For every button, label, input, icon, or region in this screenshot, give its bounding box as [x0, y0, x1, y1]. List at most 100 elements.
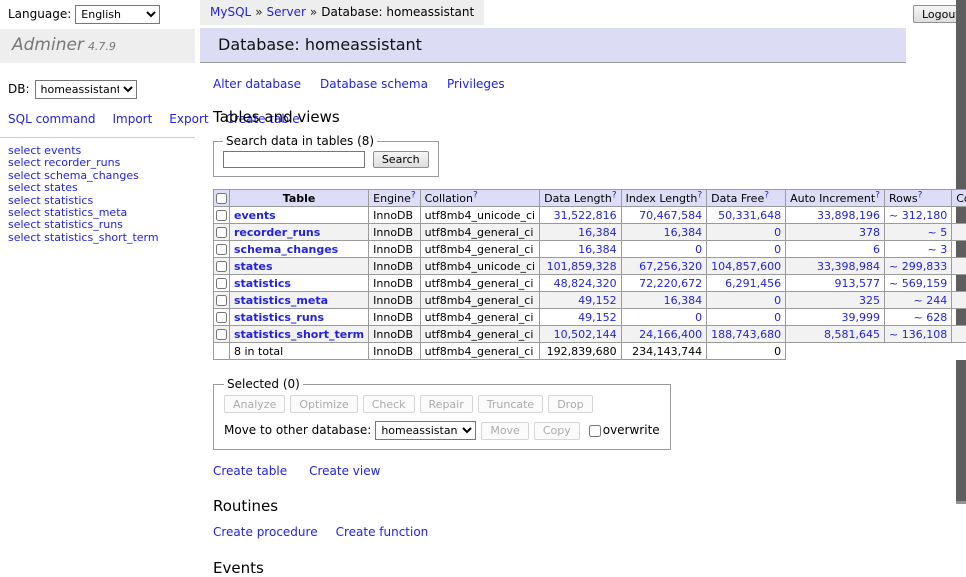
row-checkbox[interactable] — [216, 227, 227, 238]
alter-database-link[interactable]: Alter database — [213, 77, 301, 91]
sidebar-select-statistics-runs-link[interactable]: select statistics_runs — [8, 219, 195, 231]
move-to-label: Move to other database: — [224, 423, 371, 437]
move-database-select[interactable]: homeassistant — [375, 421, 476, 440]
table-name-link[interactable]: schema_changes — [234, 243, 338, 256]
index-length-link[interactable]: 0 — [695, 311, 702, 324]
table-name-link[interactable]: statistics_short_term — [234, 328, 364, 341]
data-length-link[interactable]: 31,522,816 — [554, 209, 617, 222]
row-checkbox[interactable] — [216, 210, 227, 221]
routines-heading: Routines — [213, 497, 906, 515]
rows-estimate-link[interactable]: ~ 3 — [927, 243, 947, 256]
rows-estimate-cell: ~ 299,833 — [885, 258, 952, 275]
row-checkbox[interactable] — [216, 244, 227, 255]
column-help-link[interactable]: ? — [875, 192, 880, 205]
total-data-length: 192,839,680 — [540, 343, 621, 360]
row-checkbox[interactable] — [216, 261, 227, 272]
collation-cell: utf8mb4_general_ci — [420, 309, 539, 326]
data-free-link[interactable]: 0 — [774, 311, 781, 324]
database-schema-link[interactable]: Database schema — [320, 77, 428, 91]
table-name-link[interactable]: recorder_runs — [234, 226, 320, 239]
rows-estimate-link[interactable]: ~ 312,180 — [889, 209, 947, 222]
row-checkbox[interactable] — [216, 329, 227, 340]
engine-cell: InnoDB — [369, 292, 420, 309]
data-length-link[interactable]: 16,384 — [578, 226, 617, 239]
privileges-link[interactable]: Privileges — [447, 77, 505, 91]
import-link[interactable]: Import — [112, 112, 152, 126]
data-free-link[interactable]: 50,331,648 — [718, 209, 781, 222]
data-free-link[interactable]: 6,291,456 — [725, 277, 781, 290]
data-length-cell: 16,384 — [540, 241, 621, 258]
column-help-link[interactable]: ? — [473, 192, 478, 205]
data-free-link[interactable]: 188,743,680 — [711, 328, 781, 341]
table-row-statistics-short-term: statistics_short_termInnoDButf8mb4_gener… — [214, 326, 966, 343]
index-length-link[interactable]: 67,256,320 — [639, 260, 702, 273]
data-length-link[interactable]: 101,859,328 — [547, 260, 617, 273]
column-help-link[interactable]: ? — [764, 192, 769, 205]
auto-increment-link[interactable]: 913,577 — [835, 277, 881, 290]
data-free-link[interactable]: 0 — [774, 226, 781, 239]
auto-increment-link[interactable]: 33,898,196 — [817, 209, 880, 222]
data-length-link[interactable]: 16,384 — [578, 243, 617, 256]
create-procedure-link[interactable]: Create procedure — [213, 525, 318, 539]
row-checkbox[interactable] — [216, 312, 227, 323]
column-help-link[interactable]: ? — [411, 192, 416, 205]
sql-command-link[interactable]: SQL command — [8, 112, 95, 126]
breadcrumb-server-link[interactable]: Server — [267, 5, 306, 19]
rows-estimate-link[interactable]: ~ 244 — [913, 294, 947, 307]
table-name-link[interactable]: statistics — [234, 277, 291, 290]
rows-estimate-link[interactable]: ~ 299,833 — [889, 260, 947, 273]
language-select[interactable]: English — [75, 5, 160, 24]
column-help-link[interactable]: ? — [612, 192, 617, 205]
index-length-link[interactable]: 0 — [695, 243, 702, 256]
auto-increment-link[interactable]: 325 — [859, 294, 880, 307]
auto-increment-cell: 913,577 — [786, 275, 885, 292]
data-length-link[interactable]: 49,152 — [578, 311, 617, 324]
sidebar-select-statistics-short-term-link[interactable]: select statistics_short_term — [8, 232, 195, 244]
index-length-link[interactable]: 70,467,584 — [639, 209, 702, 222]
db-select[interactable]: homeassistant — [35, 80, 137, 99]
total-blank-cell — [952, 343, 966, 360]
auto-increment-link[interactable]: 8,581,645 — [824, 328, 880, 341]
comment-cell — [952, 275, 966, 292]
data-length-link[interactable]: 10,502,144 — [554, 328, 617, 341]
auto-increment-link[interactable]: 33,398,984 — [817, 260, 880, 273]
search-input[interactable] — [223, 151, 365, 168]
data-free-link[interactable]: 0 — [774, 294, 781, 307]
row-checkbox[interactable] — [216, 295, 227, 306]
rows-estimate-link[interactable]: ~ 136,108 — [889, 328, 947, 341]
create-function-link[interactable]: Create function — [336, 525, 429, 539]
rows-estimate-link[interactable]: ~ 628 — [913, 311, 947, 324]
table-name-link[interactable]: states — [234, 260, 273, 273]
create-table-link[interactable]: Create table — [213, 464, 287, 478]
rows-estimate-link[interactable]: ~ 569,159 — [889, 277, 947, 290]
sidebar-select-states-link[interactable]: select states — [8, 182, 195, 194]
index-length-link[interactable]: 16,384 — [664, 226, 703, 239]
data-length-link[interactable]: 49,152 — [578, 294, 617, 307]
column-label: Index Length — [626, 192, 698, 205]
auto-increment-link[interactable]: 378 — [859, 226, 880, 239]
column-label: Engine — [373, 192, 411, 205]
search-button[interactable]: Search — [373, 151, 429, 168]
data-free-link[interactable]: 0 — [774, 243, 781, 256]
auto-increment-link[interactable]: 6 — [873, 243, 880, 256]
column-label: Comment — [956, 192, 966, 205]
sidebar-select-recorder-runs-link[interactable]: select recorder_runs — [8, 157, 195, 169]
table-name-link[interactable]: statistics_runs — [234, 311, 324, 324]
table-name-link[interactable]: events — [234, 209, 276, 222]
overwrite-checkbox[interactable] — [589, 425, 601, 437]
breadcrumb-mysql-link[interactable]: MySQL — [210, 5, 251, 19]
index-length-link[interactable]: 72,220,672 — [639, 277, 702, 290]
rows-estimate-link[interactable]: ~ 5 — [927, 226, 947, 239]
select-all-checkbox[interactable] — [216, 193, 227, 204]
data-free-link[interactable]: 104,857,600 — [711, 260, 781, 273]
column-help-link[interactable]: ? — [697, 192, 702, 205]
index-length-link[interactable]: 16,384 — [664, 294, 703, 307]
create-view-link[interactable]: Create view — [309, 464, 380, 478]
row-checkbox[interactable] — [216, 278, 227, 289]
analyze-button: Analyze — [224, 395, 285, 413]
column-help-link[interactable]: ? — [918, 192, 923, 205]
table-name-link[interactable]: statistics_meta — [234, 294, 328, 307]
data-length-link[interactable]: 48,824,320 — [554, 277, 617, 290]
auto-increment-link[interactable]: 39,999 — [842, 311, 881, 324]
index-length-link[interactable]: 24,166,400 — [639, 328, 702, 341]
